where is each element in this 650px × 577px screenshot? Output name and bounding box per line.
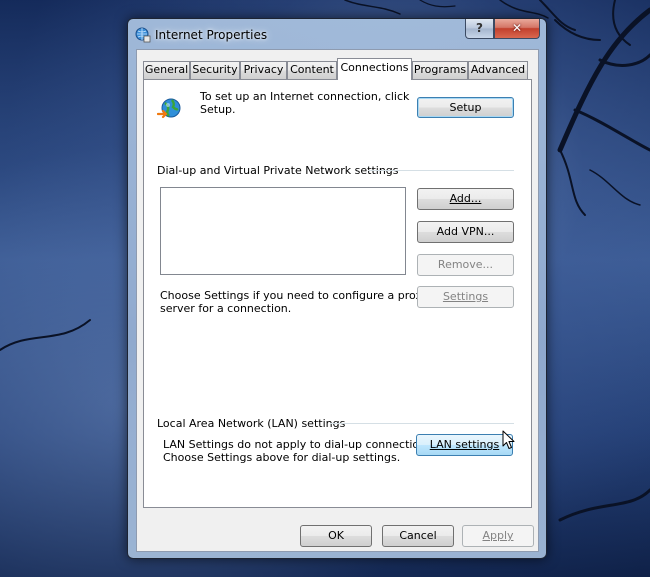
tab-programs[interactable]: Programs bbox=[412, 61, 468, 79]
connections-listbox[interactable] bbox=[160, 187, 406, 275]
lan-group-label: Local Area Network (LAN) settings bbox=[157, 417, 346, 430]
dialup-settings-button[interactable]: Settings bbox=[417, 286, 514, 308]
dialog-client-area: General Security Privacy Content Connect… bbox=[136, 49, 539, 552]
setup-text-line1: To set up an Internet connection, click bbox=[200, 90, 410, 103]
remove-button-label: Remove... bbox=[437, 258, 494, 271]
mouse-pointer-icon bbox=[502, 430, 515, 449]
setup-text-line2: Setup. bbox=[200, 103, 236, 116]
add-vpn-button-label: Add VPN... bbox=[436, 225, 495, 238]
help-button[interactable]: ? bbox=[465, 19, 494, 39]
tab-general[interactable]: General bbox=[143, 61, 190, 79]
dialup-settings-button-label: Settings bbox=[442, 290, 489, 303]
lan-text-line1: LAN Settings do not apply to dial-up con… bbox=[163, 438, 436, 451]
add-vpn-button[interactable]: Add VPN... bbox=[417, 221, 514, 243]
lan-text-line2: Choose Settings above for dial-up settin… bbox=[163, 451, 401, 464]
tab-advanced[interactable]: Advanced bbox=[468, 61, 528, 79]
add-button-label: Add... bbox=[449, 192, 482, 205]
tab-security[interactable]: Security bbox=[190, 61, 240, 79]
apply-button[interactable]: Apply bbox=[462, 525, 534, 547]
lan-group-divider bbox=[330, 423, 514, 424]
remove-button[interactable]: Remove... bbox=[417, 254, 514, 276]
setup-button[interactable]: Setup bbox=[417, 97, 514, 118]
apply-button-label: Apply bbox=[482, 529, 514, 542]
window-title: Internet Properties bbox=[155, 28, 268, 42]
title-bar[interactable]: Internet Properties ? ✕ bbox=[128, 19, 546, 49]
connections-panel: To set up an Internet connection, click … bbox=[143, 79, 532, 508]
close-button[interactable]: ✕ bbox=[494, 19, 540, 39]
proxy-hint-line2: server for a connection. bbox=[160, 302, 292, 315]
cancel-button[interactable]: Cancel bbox=[382, 525, 454, 547]
add-button[interactable]: Add... bbox=[417, 188, 514, 210]
internet-properties-window: Internet Properties ? ✕ General Security… bbox=[127, 18, 547, 559]
proxy-hint-line1: Choose Settings if you need to configure… bbox=[160, 289, 429, 302]
dialup-group-label: Dial-up and Virtual Private Network sett… bbox=[157, 164, 399, 177]
tab-content[interactable]: Content bbox=[287, 61, 337, 79]
lan-settings-button[interactable]: LAN settings bbox=[416, 434, 513, 456]
internet-options-icon bbox=[135, 27, 151, 43]
globe-connection-icon bbox=[157, 98, 181, 119]
tab-connections[interactable]: Connections bbox=[337, 58, 412, 80]
tab-privacy[interactable]: Privacy bbox=[240, 61, 287, 79]
dialup-group-divider bbox=[368, 170, 514, 171]
lan-settings-button-label: LAN settings bbox=[429, 438, 500, 451]
ok-button[interactable]: OK bbox=[300, 525, 372, 547]
